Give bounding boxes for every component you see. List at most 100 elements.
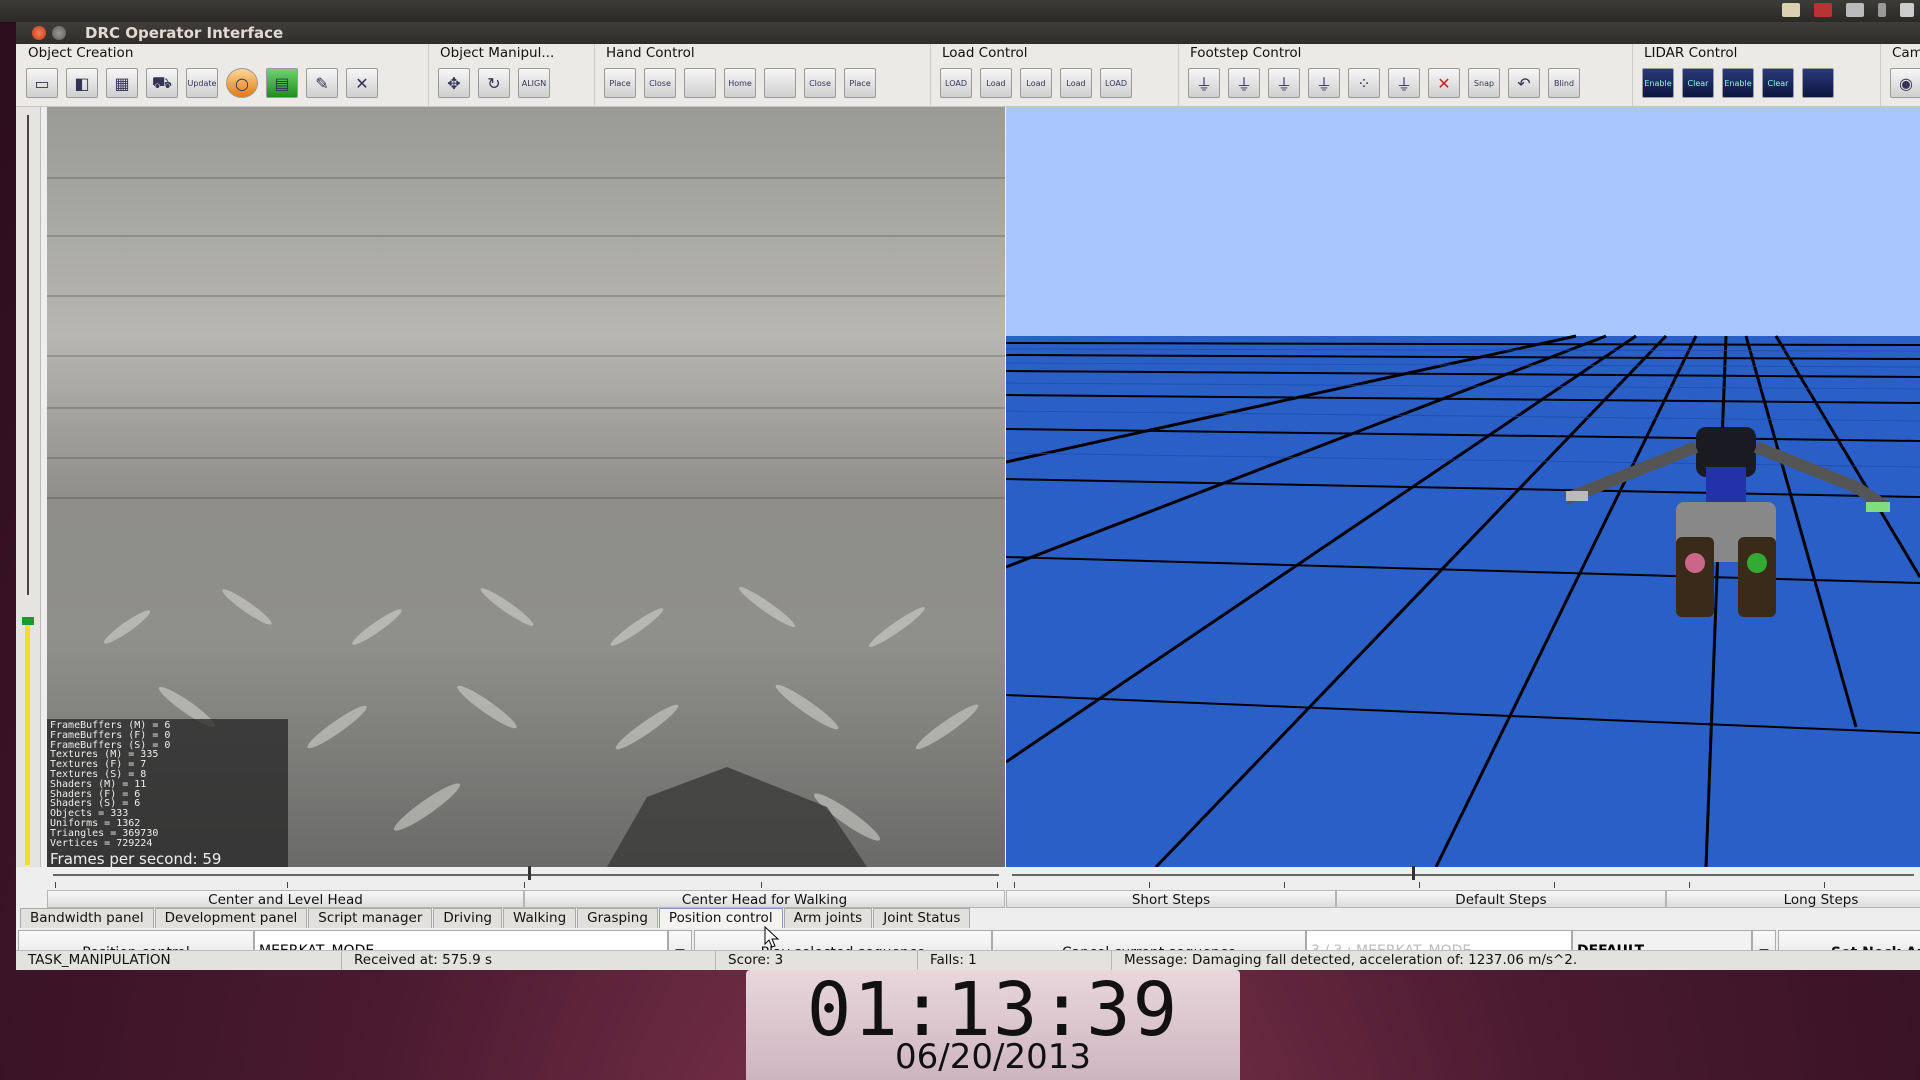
hand-place-icon[interactable]: Place [604, 68, 636, 98]
mail-icon[interactable] [1846, 3, 1864, 17]
bluetooth-icon[interactable] [1878, 3, 1886, 17]
slider-tick [1554, 882, 1555, 888]
create-grid-icon[interactable]: ▦ [106, 68, 138, 98]
tab-bandwidth[interactable]: Bandwidth panel [20, 908, 154, 928]
slider-tick [1284, 882, 1285, 888]
mouse-cursor-icon [764, 926, 780, 948]
slider-thumb[interactable] [1412, 866, 1415, 880]
load-icon[interactable]: Load [1020, 68, 1052, 98]
footstep-icon[interactable]: ⏚ [1228, 68, 1260, 98]
stat-line: Vertices = 729224 [50, 837, 153, 849]
hand-close-icon[interactable]: Close [644, 68, 676, 98]
create-vehicle-icon[interactable]: ⛟ [146, 68, 178, 98]
lidar-clear-icon[interactable]: Clear [1762, 68, 1794, 98]
translate-icon[interactable]: ✥ [438, 68, 470, 98]
indicator-icon[interactable] [1782, 3, 1800, 17]
center-head-walking-button[interactable]: Center Head for Walking [524, 890, 1005, 908]
slider-fill [25, 625, 30, 865]
slider-thumb[interactable] [528, 866, 531, 880]
network-icon[interactable] [1900, 3, 1914, 17]
hand-place-icon[interactable]: Place [844, 68, 876, 98]
group-title: Object Creation [28, 45, 134, 61]
fps-readout: Frames per second: 59 [50, 850, 222, 867]
load-control-group: Load Control LOAD Load Load Load LOAD [930, 44, 1179, 106]
group-title: Came [1892, 45, 1920, 61]
step-slider[interactable] [1006, 866, 1920, 890]
load-icon[interactable]: Load [1060, 68, 1092, 98]
slider-tick [287, 882, 288, 888]
camera-icon[interactable]: ◉ [1890, 68, 1920, 98]
slider-tick [1419, 882, 1420, 888]
delete-object-icon[interactable]: ✕ [346, 68, 378, 98]
blind-icon[interactable]: Blind [1548, 68, 1580, 98]
load-icon[interactable]: Load [980, 68, 1012, 98]
footstep-control-group: Footstep Control ⏚ ⏚ ⏚ ⏚ ⁘ ⏚ ✕ Snap ↶ Bl… [1178, 44, 1633, 106]
task-status: TASK_MANIPULATION [16, 951, 342, 970]
lidar-control-group: LIDAR Control Enable Clear Enable Clear [1632, 44, 1881, 106]
hand-control-group: Hand Control Place Close Home Close Plac… [594, 44, 931, 106]
footstep-icon[interactable]: ⏚ [1268, 68, 1300, 98]
update-vehicle-icon[interactable]: Update [186, 68, 218, 98]
slider-tick [997, 882, 998, 888]
operator-window: Object Creation ▭ ◧ ▦ ⛟ Update ○ ▤ ✎ ✕ O… [16, 44, 1920, 970]
slider-tick [1014, 882, 1015, 888]
center-level-head-button[interactable]: Center and Level Head [47, 890, 524, 908]
lidar-map-icon[interactable] [1802, 68, 1834, 98]
short-steps-button[interactable]: Short Steps [1006, 890, 1336, 908]
group-title: Footstep Control [1190, 45, 1302, 61]
camera-view[interactable]: FrameBuffers (M) = 6 FrameBuffers (F) = … [47, 107, 1005, 867]
slider-tick [1824, 882, 1825, 888]
simulation-3d-view[interactable] [1006, 107, 1920, 867]
slider-thumb[interactable] [22, 617, 34, 625]
atlas-robot [1563, 427, 1890, 617]
system-top-bar [0, 0, 1920, 22]
tab-position-control[interactable]: Position control [658, 908, 783, 928]
turn-icon[interactable]: ↶ [1508, 68, 1540, 98]
tab-walking[interactable]: Walking [502, 908, 577, 928]
status-message: Message: Damaging fall detected, acceler… [1124, 952, 1578, 968]
minimize-window-button[interactable] [52, 26, 66, 40]
group-title: Load Control [942, 45, 1028, 61]
head-slider[interactable] [47, 866, 1005, 890]
tab-joint-status[interactable]: Joint Status [873, 908, 971, 928]
footstep-grid-icon[interactable]: ⁘ [1348, 68, 1380, 98]
footstep-icon[interactable]: ⏚ [1188, 68, 1220, 98]
camera-control-group: Came ◉ [1880, 44, 1920, 106]
align-icon[interactable]: ALIGN [518, 68, 550, 98]
tab-development[interactable]: Development panel [154, 908, 308, 928]
window-titlebar: DRC Operator Interface [16, 22, 1920, 44]
group-title: Object Manipul... [440, 45, 555, 61]
footstep-icon[interactable]: ⏚ [1308, 68, 1340, 98]
vertical-slider[interactable] [16, 107, 41, 867]
hand-blank-icon[interactable] [684, 68, 716, 98]
create-ring-icon[interactable]: ○ [226, 68, 258, 98]
long-steps-button[interactable]: Long Steps [1666, 890, 1920, 908]
load-icon[interactable]: LOAD [1100, 68, 1132, 98]
create-table-icon[interactable]: ▤ [266, 68, 298, 98]
slider-tick [1149, 882, 1150, 888]
hand-home-icon[interactable]: Home [724, 68, 756, 98]
create-box-icon[interactable]: ▭ [26, 68, 58, 98]
snap-icon[interactable]: Snap [1468, 68, 1500, 98]
lidar-enable-icon[interactable]: Enable [1642, 68, 1674, 98]
default-steps-button[interactable]: Default Steps [1336, 890, 1666, 908]
footstep-delete-icon[interactable]: ✕ [1428, 68, 1460, 98]
lidar-enable-icon[interactable]: Enable [1722, 68, 1754, 98]
hand-blank-icon[interactable] [764, 68, 796, 98]
footstep-icon[interactable]: ⏚ [1388, 68, 1420, 98]
tab-grasping[interactable]: Grasping [577, 908, 658, 928]
object-creation-group: Object Creation ▭ ◧ ▦ ⛟ Update ○ ▤ ✎ ✕ [16, 44, 429, 106]
create-tool-icon[interactable]: ✎ [306, 68, 338, 98]
close-window-button[interactable] [32, 26, 46, 40]
rotate-icon[interactable]: ↻ [478, 68, 510, 98]
indicator-icon[interactable] [1814, 3, 1832, 17]
step-buttons: Short Steps Default Steps Long Steps [1006, 890, 1920, 908]
tab-arm-joints[interactable]: Arm joints [783, 908, 873, 928]
hand-close-icon[interactable]: Close [804, 68, 836, 98]
tab-script-manager[interactable]: Script manager [308, 908, 433, 928]
lidar-clear-icon[interactable]: Clear [1682, 68, 1714, 98]
window-title: DRC Operator Interface [85, 24, 284, 42]
tab-driving[interactable]: Driving [433, 908, 502, 928]
load-icon[interactable]: LOAD [940, 68, 972, 98]
create-cube-icon[interactable]: ◧ [66, 68, 98, 98]
